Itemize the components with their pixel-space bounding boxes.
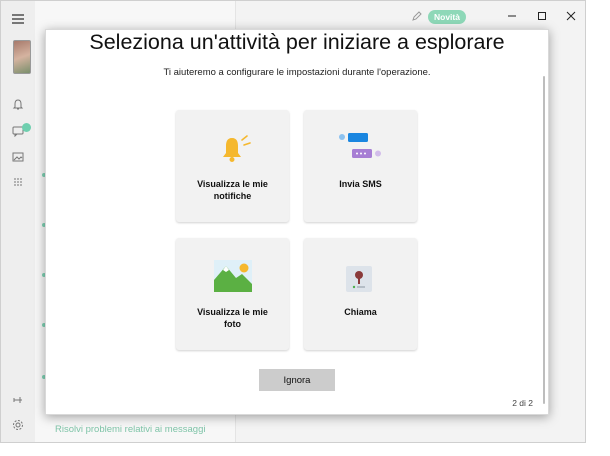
dialpad-nav-icon[interactable] — [12, 176, 24, 188]
close-icon — [566, 11, 576, 21]
scrollbar[interactable] — [543, 76, 545, 404]
pin-icon[interactable] — [12, 394, 24, 406]
pen-icon[interactable] — [411, 10, 423, 22]
tile-send-sms[interactable]: Invia SMS — [304, 110, 417, 222]
close-button[interactable] — [557, 6, 585, 26]
phone-thumbnail[interactable] — [13, 40, 31, 74]
minimize-icon — [508, 15, 516, 17]
notifications-nav-icon[interactable] — [12, 99, 24, 111]
phone-contact-icon — [346, 266, 372, 292]
tile-view-photos[interactable]: Visualizza le mie foto — [176, 238, 289, 350]
photos-nav-icon[interactable] — [12, 151, 24, 163]
page-indicator: 2 di 2 — [512, 398, 533, 408]
tile-label: Visualizza le mie — [197, 179, 268, 189]
tile-call[interactable]: Chiama — [304, 238, 417, 350]
navigation-rail — [1, 1, 36, 442]
dialog-title: Seleziona un'attività per iniziare a esp… — [89, 30, 505, 54]
chat-bubbles-icon — [339, 133, 381, 158]
tile-label: Invia SMS — [339, 179, 382, 189]
messages-badge — [22, 123, 31, 132]
settings-gear-icon[interactable] — [12, 419, 24, 431]
bell-icon — [223, 135, 251, 162]
maximize-icon — [538, 12, 546, 20]
onboarding-dialog: Seleziona un'attività per iniziare a esp… — [45, 29, 549, 415]
tile-label: notifiche — [213, 191, 252, 201]
tile-label: Chiama — [344, 307, 377, 317]
minimize-button[interactable] — [498, 6, 526, 26]
photo-landscape-icon — [214, 260, 252, 292]
ignore-button[interactable]: Ignora — [259, 369, 335, 391]
tile-label: foto — [224, 319, 241, 329]
dialog-subtitle: Ti aiuteremo a configurare le impostazio… — [163, 67, 431, 78]
troubleshoot-messages-link[interactable]: Risolvi problemi relativi ai messaggi — [55, 424, 205, 435]
tile-label: Visualizza le mie — [197, 307, 268, 317]
maximize-button[interactable] — [528, 6, 556, 26]
tile-view-notifications[interactable]: Visualizza le mie notifiche — [176, 110, 289, 222]
news-badge[interactable]: Novità — [428, 10, 466, 24]
hamburger-menu-icon[interactable] — [12, 14, 24, 26]
